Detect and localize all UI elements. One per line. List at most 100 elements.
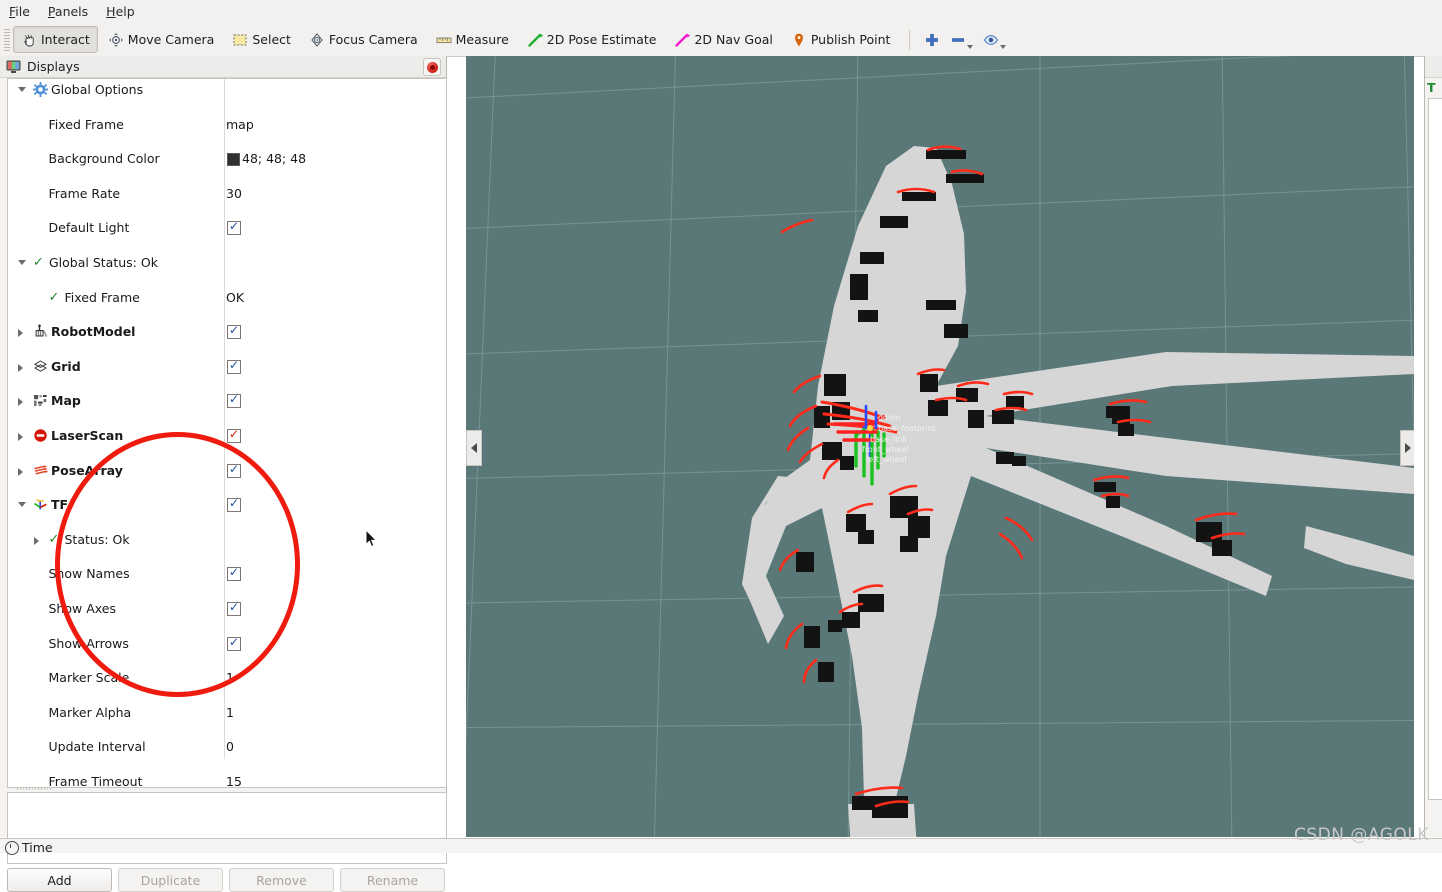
toolbar-add-tool-button[interactable] [919, 27, 945, 52]
tree-row-laserscan[interactable]: LaserScan [8, 426, 446, 444]
tool-select[interactable]: Select [224, 26, 299, 53]
enable-checkbox[interactable] [227, 357, 241, 374]
tree-row-label: Global Options [51, 82, 144, 97]
grid-icon [33, 359, 48, 374]
tree-row-value[interactable]: map [226, 116, 254, 133]
tree-row-label: Show Names [48, 566, 130, 582]
tool-focus-camera[interactable]: Focus Camera [301, 26, 426, 53]
tree-row-show-names[interactable]: Show Names [8, 564, 446, 582]
rename-button[interactable]: Rename [340, 868, 445, 892]
ruler-icon [436, 32, 452, 48]
tree-row-map[interactable]: Map [8, 391, 446, 409]
tree-row-posearray[interactable]: PoseArray [8, 461, 446, 479]
plus-icon [924, 32, 940, 48]
toolbar-visibility-button[interactable] [978, 27, 1011, 52]
chevron-down-icon[interactable] [1000, 45, 1007, 49]
tree-row-label: PoseArray [51, 462, 123, 478]
tool-publish-point[interactable]: Publish Point [783, 26, 899, 53]
color-swatch[interactable] [227, 153, 240, 167]
enable-checkbox[interactable] [227, 218, 241, 236]
duplicate-button-label: Duplicate [140, 872, 201, 888]
close-icon[interactable] [423, 58, 441, 76]
tree-row-marker-alpha[interactable]: Marker Alpha 1 [8, 704, 446, 721]
hand-icon [21, 32, 37, 48]
move-camera-icon [108, 32, 124, 48]
tree-row-value[interactable]: 0 [226, 738, 234, 755]
tree-row-label: Status: Ok [64, 531, 130, 547]
views-list[interactable] [1428, 98, 1442, 800]
enable-checkbox[interactable] [227, 599, 241, 616]
map-pin-icon [791, 32, 807, 48]
tree-row-global-options[interactable]: Global Options [8, 81, 446, 98]
views-panel[interactable]: T [1424, 56, 1442, 837]
panel-splitter[interactable] [7, 786, 445, 791]
enable-checkbox[interactable] [227, 426, 241, 443]
remove-button[interactable]: Remove [229, 868, 334, 892]
chevron-right-icon[interactable] [18, 392, 27, 409]
tool-2d-nav-goal[interactable]: 2D Nav Goal [666, 26, 780, 53]
tree-row-label: Map [51, 393, 81, 409]
tree-row-default-light[interactable]: Default Light [8, 218, 446, 236]
tree-row-fixed-frame[interactable]: Fixed Frame map [8, 116, 446, 133]
map-icon [33, 393, 48, 408]
menu-bar: File Panels Help [0, 0, 1442, 24]
chevron-right-icon[interactable] [33, 531, 43, 548]
tree-row-global-status-ok[interactable]: ✓ Global Status: Ok [8, 254, 446, 271]
tree-row-frame-rate[interactable]: Frame Rate 30 [8, 185, 446, 202]
chevron-left-icon [471, 443, 477, 453]
tree-row-tf[interactable]: TF [8, 495, 446, 513]
chevron-down-icon[interactable] [18, 254, 27, 271]
tree-row-value[interactable]: 48; 48; 48 [242, 150, 306, 167]
chevron-down-icon[interactable] [18, 496, 27, 513]
tool-move-camera[interactable]: Move Camera [100, 26, 223, 53]
chevron-down-icon[interactable] [967, 45, 974, 49]
tree-row-show-arrows[interactable]: Show Arrows [8, 634, 446, 652]
tree-row-value[interactable]: 1 [226, 704, 234, 721]
tree-row-show-axes[interactable]: Show Axes [8, 599, 446, 617]
chevron-right-icon[interactable] [18, 427, 27, 444]
add-button[interactable]: Add [7, 868, 112, 892]
chevron-down-icon[interactable] [18, 81, 27, 98]
tool-2d-pose-estimate[interactable]: 2D Pose Estimate [519, 26, 665, 53]
displays-property-tree[interactable]: Global Options Fixed Frame map Background C… [7, 78, 447, 788]
chevron-right-icon[interactable] [18, 323, 27, 340]
focus-camera-icon [309, 32, 325, 48]
chevron-right-icon[interactable] [18, 462, 27, 479]
tree-row-update-interval[interactable]: Update Interval 0 [8, 738, 446, 755]
time-panel-label: Time [22, 840, 53, 855]
menu-file[interactable]: File [0, 2, 39, 21]
menu-help-label: elp [115, 4, 135, 19]
tree-row-marker-scale[interactable]: Marker Scale 1 [8, 669, 446, 686]
check-icon: ✓ [48, 531, 60, 547]
tree-row-value[interactable]: OK [226, 289, 244, 306]
views-panel-header [1425, 56, 1442, 78]
rviz-window: File Panels Help Interact Move Camera Se… [0, 0, 1442, 892]
tree-row-robotmodel[interactable]: RobotModel [8, 322, 446, 340]
tree-row-fixed-frame[interactable]: ✓ Fixed Frame OK [8, 289, 446, 306]
enable-checkbox[interactable] [227, 495, 241, 512]
menu-help[interactable]: Help [97, 2, 144, 21]
enable-checkbox[interactable] [227, 564, 241, 582]
menu-panels[interactable]: Panels [39, 2, 97, 21]
tree-row-background-color[interactable]: Background Color 48; 48; 48 [8, 150, 446, 167]
right-panel-collapse-handle[interactable] [1400, 430, 1414, 466]
left-panel-collapse-handle[interactable] [466, 430, 482, 466]
tree-row-value[interactable]: 30 [226, 185, 242, 202]
enable-checkbox[interactable] [227, 461, 241, 478]
watermark: CSDN @AGOLK [1294, 825, 1429, 845]
tool-interact[interactable]: Interact [13, 26, 98, 53]
tree-column-divider [224, 79, 225, 759]
rename-button-label: Rename [366, 872, 419, 888]
3d-render-view[interactable]: odom base_footprint base_link front_whee… [466, 56, 1414, 837]
toolbar-drag-handle[interactable] [4, 28, 10, 51]
tool-measure[interactable]: Measure [428, 26, 517, 53]
enable-checkbox[interactable] [227, 634, 241, 651]
chevron-right-icon[interactable] [18, 358, 27, 375]
tree-row-value[interactable]: 1 [226, 669, 234, 686]
enable-checkbox[interactable] [227, 391, 241, 409]
tree-row-status-ok[interactable]: ✓ Status: Ok [8, 531, 446, 548]
enable-checkbox[interactable] [227, 322, 241, 339]
toolbar-remove-tool-button[interactable] [945, 27, 978, 52]
duplicate-button[interactable]: Duplicate [118, 868, 223, 892]
tree-row-grid[interactable]: Grid [8, 357, 446, 375]
